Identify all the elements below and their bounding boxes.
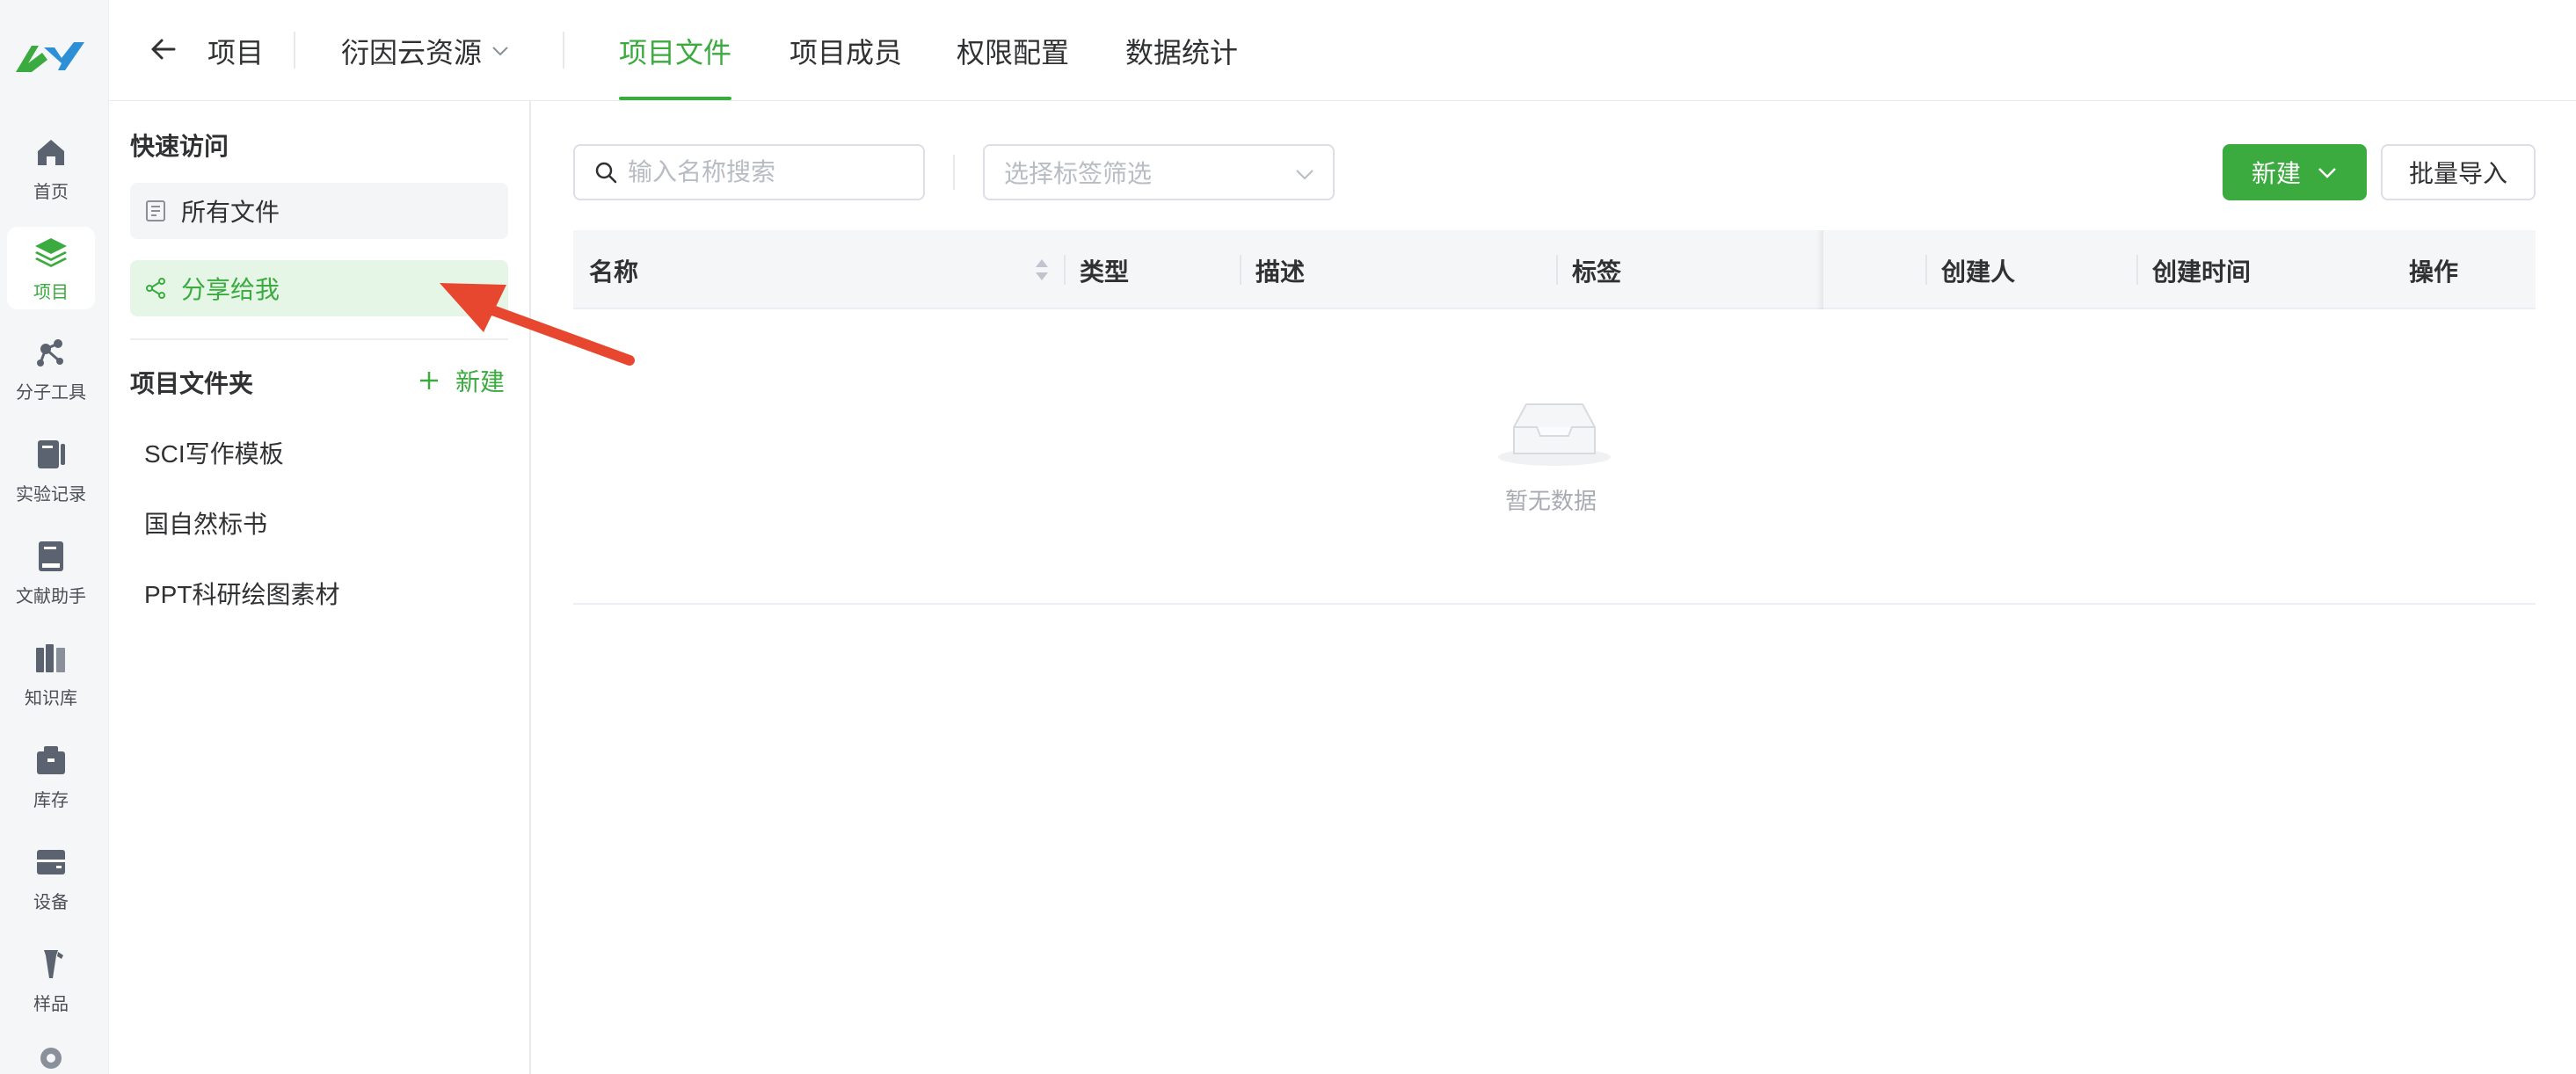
tag-filter-select[interactable]: 选择标签筛选: [983, 144, 1335, 200]
tab-project-files[interactable]: 项目文件: [619, 31, 731, 71]
column-divider: [1556, 255, 1558, 285]
quick-item-label: 分享给我: [181, 276, 280, 303]
rail-label-device: 设备: [33, 892, 69, 912]
tab-permissions[interactable]: 权限配置: [957, 31, 1069, 71]
quick-item-all-files[interactable]: 所有文件: [130, 183, 508, 239]
device-icon: [33, 844, 69, 881]
folder-item[interactable]: 国自然标书: [144, 505, 267, 541]
active-tab-indicator: [619, 97, 731, 100]
search-input[interactable]: [628, 158, 909, 186]
breadcrumb-projects[interactable]: 项目: [207, 31, 264, 71]
rail-item-device[interactable]: 设备: [7, 837, 95, 919]
top-bar: 项目 衍因云资源 项目文件 项目成员 权限配置 数据统计: [109, 0, 2576, 101]
rail-label-project: 项目: [33, 282, 69, 302]
new-file-label: 新建: [2251, 160, 2301, 187]
fixed-column-shadow: [1816, 230, 1823, 309]
book-icon: [33, 538, 69, 575]
app-window: 首页 项目 分子工具 实验记录 文献助手 知识库 库存 设备 样品 项目 衍因云…: [0, 0, 2576, 1074]
left-nav-rail: 首页 项目 分子工具 实验记录 文献助手 知识库 库存 设备 样品: [0, 0, 109, 1074]
back-arrow-icon[interactable]: [148, 33, 179, 65]
quick-access-title: 快速访问: [130, 133, 229, 160]
rail-label-home: 首页: [33, 182, 69, 202]
column-header-name[interactable]: 名称: [589, 253, 638, 288]
column-header-actions: 操作: [2409, 258, 2459, 286]
sort-icon[interactable]: [1032, 255, 1052, 285]
column-header-creator: 创建人: [1941, 258, 2016, 286]
home-icon: [33, 134, 69, 171]
header-divider: [294, 32, 295, 69]
batch-import-button[interactable]: 批量导入: [2381, 144, 2536, 200]
folder-item[interactable]: PPT科研绘图素材: [144, 576, 339, 611]
folder-item[interactable]: SCI写作模板: [144, 435, 284, 470]
sample-icon: [33, 946, 69, 983]
tab-statistics[interactable]: 数据统计: [1125, 31, 1238, 71]
project-folders-title: 项目文件夹: [130, 370, 254, 397]
molecule-icon: [33, 334, 69, 371]
rail-item-inventory[interactable]: 库存: [7, 735, 95, 817]
column-divider: [1925, 255, 1927, 285]
share-icon: [146, 278, 165, 299]
column-header-created-time: 创建时间: [2152, 258, 2252, 286]
quick-item-shared-with-me[interactable]: 分享给我: [130, 260, 508, 316]
chevron-down-icon: [492, 47, 508, 56]
rail-item-literature-assistant[interactable]: 文献助手: [7, 531, 95, 613]
empty-state-text: 暂无数据: [1505, 488, 1597, 514]
rail-item-knowledge-base[interactable]: 知识库: [7, 633, 95, 715]
rail-label-molecule-tools: 分子工具: [16, 382, 86, 403]
rail-label-knowledge-base: 知识库: [25, 688, 77, 708]
project-switcher[interactable]: 衍因云资源: [341, 31, 510, 71]
rail-label-inventory: 库存: [33, 790, 69, 810]
chevron-down-icon: [1296, 170, 1313, 180]
tab-project-members[interactable]: 项目成员: [790, 31, 902, 71]
rail-item-sample[interactable]: 样品: [7, 939, 95, 1021]
search-icon: [595, 162, 617, 184]
new-folder-button[interactable]: 新建: [417, 363, 505, 398]
search-box[interactable]: [573, 144, 925, 200]
file-table-header: 名称 类型 描述 标签 创建人 创建时间 操作: [573, 230, 2536, 309]
plus-icon: [420, 372, 438, 389]
file-side-panel: 快速访问 所有文件 分享给我 项目文件夹 新建 SCI写作模板 国自然标书 PP…: [109, 101, 531, 1074]
rail-item-more[interactable]: [7, 1041, 95, 1074]
column-header-tags: 标签: [1572, 258, 1622, 286]
settings-icon: [33, 1041, 69, 1074]
column-divider: [2136, 255, 2138, 285]
app-logo: [16, 42, 84, 72]
rail-label-sample: 样品: [33, 994, 69, 1014]
project-name: 衍因云资源: [341, 37, 483, 69]
library-icon: [33, 640, 69, 677]
side-divider: [130, 338, 508, 340]
new-folder-label: 新建: [455, 368, 506, 395]
column-divider: [1240, 255, 1241, 285]
rail-item-home[interactable]: 首页: [7, 127, 95, 209]
rail-label-literature-assistant: 文献助手: [16, 586, 86, 606]
rail-item-molecule-tools[interactable]: 分子工具: [7, 327, 95, 410]
column-header-description: 描述: [1255, 258, 1306, 286]
rail-item-project[interactable]: 项目: [7, 227, 95, 309]
empty-inbox-icon: [1498, 403, 1611, 466]
rail-label-experiment-records: 实验记录: [16, 484, 86, 504]
inventory-icon: [33, 742, 69, 779]
column-header-type: 类型: [1080, 258, 1130, 286]
quick-item-label: 所有文件: [181, 199, 280, 226]
chevron-down-icon: [2318, 168, 2336, 178]
column-divider: [1064, 255, 1066, 285]
header-divider: [563, 32, 564, 69]
rail-item-experiment-records[interactable]: 实验记录: [7, 429, 95, 512]
layers-icon: [33, 234, 69, 271]
document-icon: [146, 200, 165, 221]
table-bottom-border: [573, 603, 2536, 605]
notebook-icon: [33, 436, 69, 473]
filter-divider: [953, 155, 955, 190]
tag-filter-placeholder: 选择标签筛选: [1004, 160, 1153, 187]
new-file-button[interactable]: 新建: [2223, 144, 2367, 200]
